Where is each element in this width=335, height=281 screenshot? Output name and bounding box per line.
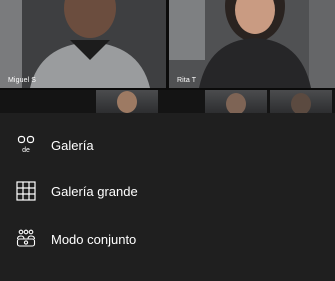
participant-tile-rita[interactable]: Rita T — [169, 0, 335, 88]
participant-thumbnail[interactable] — [205, 90, 267, 113]
together-mode-icon — [16, 229, 36, 249]
large-gallery-icon — [16, 181, 36, 201]
menu-item-gallery[interactable]: de Galería — [0, 123, 335, 167]
participant-thumbnail[interactable] — [270, 90, 332, 113]
participant-name: Rita T — [177, 77, 197, 84]
participant-thumbnail[interactable] — [96, 90, 158, 113]
video-area: Miguel S Rita T — [0, 0, 335, 113]
participant-tile-miguel[interactable]: Miguel S — [0, 0, 166, 88]
menu-item-large-gallery[interactable]: Galería grande — [0, 169, 335, 213]
participant-name: Miguel S — [8, 77, 37, 84]
participant-strip — [0, 90, 335, 113]
menu-item-label: Galería grande — [51, 183, 138, 199]
layout-options-sheet: de Galería Galería grande Modo conjunto — [0, 113, 335, 281]
gallery-icon: de — [16, 135, 36, 155]
menu-item-label: Galería — [51, 137, 94, 153]
gallery-icon-caption: de — [22, 147, 30, 154]
participant-video-placeholder — [169, 0, 335, 88]
menu-item-label: Modo conjunto — [51, 231, 137, 247]
participant-video-placeholder — [0, 0, 166, 88]
menu-item-together-mode[interactable]: Modo conjunto — [0, 217, 335, 261]
